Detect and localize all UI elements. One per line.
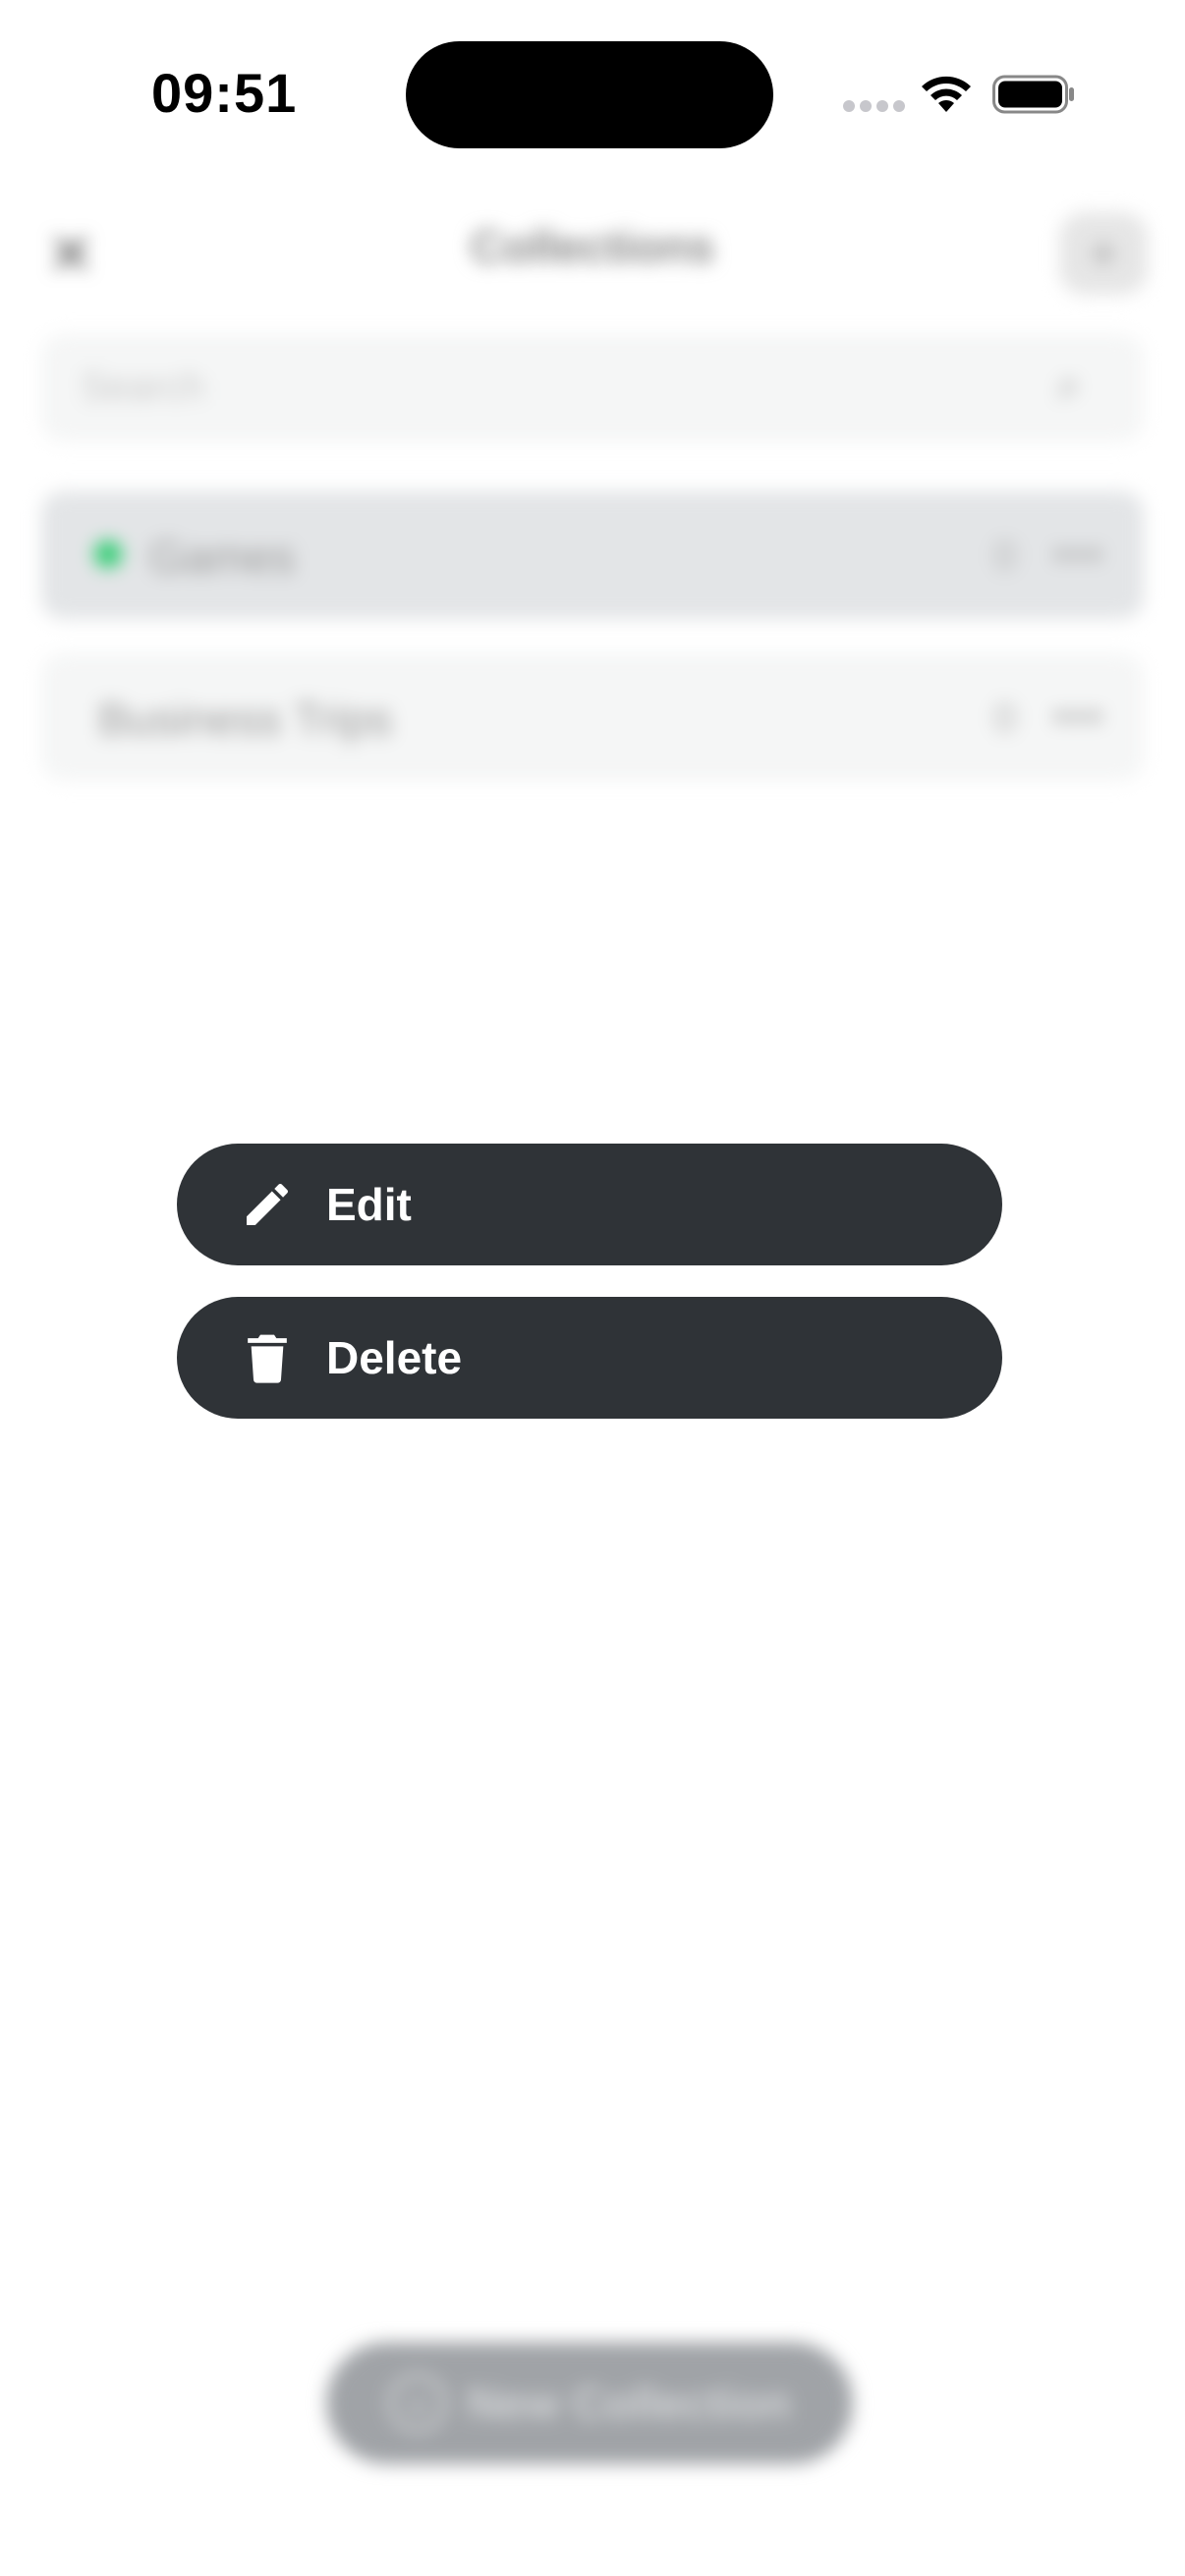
new-collection-button[interactable]: + New Collection bbox=[326, 2342, 853, 2464]
more-icon[interactable]: ••• bbox=[1053, 693, 1104, 742]
more-icon[interactable]: ••• bbox=[1053, 531, 1104, 580]
collection-row-games[interactable]: Games 0 ••• bbox=[41, 491, 1144, 619]
folder-add-button[interactable]: + bbox=[1059, 212, 1148, 295]
trash-icon bbox=[240, 1330, 295, 1385]
collection-label: Games bbox=[149, 532, 296, 583]
search-placeholder: Search bbox=[81, 365, 205, 409]
page-title: Collections bbox=[471, 221, 714, 272]
collection-count: 0 bbox=[993, 534, 1016, 578]
dynamic-island bbox=[406, 41, 773, 148]
edit-button[interactable]: Edit bbox=[177, 1144, 1002, 1265]
collection-label: Business Trips bbox=[98, 694, 393, 745]
cellular-signal-icon bbox=[843, 100, 905, 112]
delete-label: Delete bbox=[326, 1332, 463, 1383]
edit-label: Edit bbox=[326, 1179, 412, 1230]
wifi-icon bbox=[922, 76, 971, 112]
delete-button[interactable]: Delete bbox=[177, 1297, 1002, 1419]
collection-row-business-trips[interactable]: Business Trips 0 ••• bbox=[41, 653, 1144, 781]
collections-screen: 09:51 ✕ Collections + Search ⌕ Games 0 • bbox=[0, 0, 1185, 2576]
status-time: 09:51 bbox=[151, 62, 298, 124]
collection-color-dot bbox=[94, 540, 122, 568]
status-bar: 09:51 bbox=[0, 0, 1185, 187]
battery-icon bbox=[992, 75, 1074, 114]
context-menu: Edit Delete bbox=[177, 1144, 1002, 1419]
search-input[interactable]: Search ⌕ bbox=[41, 334, 1144, 442]
pencil-icon bbox=[240, 1177, 295, 1232]
plus-circle-icon: + bbox=[388, 2374, 448, 2433]
search-icon: ⌕ bbox=[1057, 362, 1081, 408]
new-collection-label: New Collection bbox=[467, 2378, 791, 2429]
collection-count: 0 bbox=[993, 697, 1016, 740]
